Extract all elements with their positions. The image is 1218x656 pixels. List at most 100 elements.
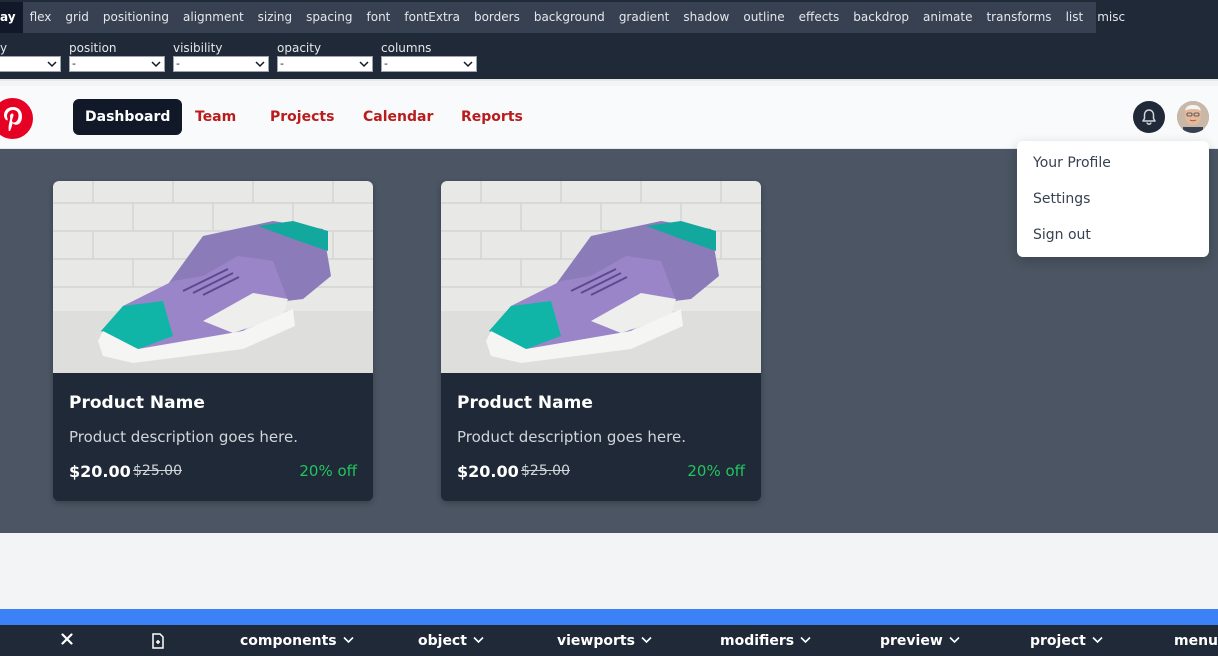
menu-item-sign-out[interactable]: Sign out bbox=[1017, 217, 1209, 253]
tab-outline[interactable]: outline bbox=[736, 2, 791, 33]
columns-select[interactable]: - bbox=[381, 56, 477, 72]
chevron-down-icon bbox=[255, 61, 265, 68]
menu-preview[interactable]: preview bbox=[880, 625, 960, 656]
menu-main[interactable]: menu bbox=[1174, 625, 1218, 656]
prop-visibility: visibility - bbox=[173, 41, 269, 72]
product-card[interactable]: Product Name Product description goes he… bbox=[53, 181, 373, 501]
card-body: Product Name Product description goes he… bbox=[53, 373, 373, 501]
chevron-down-icon bbox=[641, 636, 652, 643]
chevron-down-icon bbox=[800, 636, 811, 643]
tab-effects[interactable]: effects bbox=[792, 2, 847, 33]
menu-object[interactable]: object bbox=[418, 625, 484, 656]
select-value: - bbox=[72, 57, 76, 70]
product-description: Product description goes here. bbox=[457, 428, 686, 446]
tab-animate[interactable]: animate bbox=[916, 2, 979, 33]
pinterest-logo-icon[interactable] bbox=[0, 98, 33, 139]
menu-label: preview bbox=[880, 633, 943, 649]
menu-label: modifiers bbox=[720, 633, 795, 649]
nav-dashboard[interactable]: Dashboard bbox=[73, 99, 183, 135]
product-name: Product Name bbox=[69, 393, 205, 413]
product-old-price: $25.00 bbox=[521, 463, 570, 479]
tab-gradient[interactable]: gradient bbox=[612, 2, 677, 33]
nav-projects[interactable]: Projects bbox=[258, 99, 346, 135]
tab-shadow[interactable]: shadow bbox=[676, 2, 736, 33]
prop-label: opacity bbox=[277, 41, 322, 55]
prop-label: visibility bbox=[173, 41, 223, 55]
menu-components[interactable]: components bbox=[240, 625, 354, 656]
tab-backdrop[interactable]: backdrop bbox=[846, 2, 916, 33]
product-card[interactable]: Product Name Product description goes he… bbox=[441, 181, 761, 501]
opacity-select[interactable]: - bbox=[277, 56, 373, 72]
product-description: Product description goes here. bbox=[69, 428, 298, 446]
prop-columns: columns - bbox=[381, 41, 477, 72]
menu-viewports[interactable]: viewports bbox=[557, 625, 652, 656]
chevron-down-icon bbox=[473, 636, 484, 643]
prop-label: columns bbox=[381, 41, 432, 55]
tab-display[interactable]: ay bbox=[0, 2, 23, 33]
product-name: Product Name bbox=[457, 393, 593, 413]
user-avatar[interactable] bbox=[1177, 101, 1209, 133]
tab-misc[interactable]: misc bbox=[1090, 2, 1132, 33]
tab-font[interactable]: font bbox=[360, 2, 398, 33]
tab-sizing[interactable]: sizing bbox=[251, 2, 299, 33]
menu-item-your-profile[interactable]: Your Profile bbox=[1017, 145, 1209, 181]
chevron-down-icon bbox=[359, 61, 369, 68]
tab-flex[interactable]: flex bbox=[23, 2, 59, 33]
notifications-button[interactable] bbox=[1133, 101, 1165, 133]
property-row: y position - visibility - opacity - colu… bbox=[0, 41, 1218, 73]
nav-reports[interactable]: Reports bbox=[449, 99, 535, 135]
chevron-down-icon bbox=[47, 61, 57, 68]
card-body: Product Name Product description goes he… bbox=[441, 373, 761, 501]
bell-icon bbox=[1142, 109, 1156, 125]
tab-list[interactable]: list bbox=[1059, 2, 1091, 33]
prop-label: position bbox=[69, 41, 117, 55]
select-value: - bbox=[280, 57, 284, 70]
product-old-price: $25.00 bbox=[133, 463, 182, 479]
navbar: Dashboard Team Projects Calendar Reports bbox=[0, 86, 1218, 149]
menu-label: components bbox=[240, 633, 337, 649]
menu-modifiers[interactable]: modifiers bbox=[720, 625, 811, 656]
menu-label: viewports bbox=[557, 633, 635, 649]
prop-display: y bbox=[0, 41, 61, 72]
discount-badge: 20% off bbox=[299, 462, 357, 480]
editor-toolbar: ay flex grid positioning alignment sizin… bbox=[0, 0, 1218, 81]
position-select[interactable]: - bbox=[69, 56, 165, 72]
user-menu-dropdown: Your Profile Settings Sign out bbox=[1017, 141, 1209, 257]
tab-spacing[interactable]: spacing bbox=[299, 2, 359, 33]
divider bbox=[0, 79, 1218, 81]
select-value: - bbox=[384, 57, 388, 70]
tab-fontextra[interactable]: fontExtra bbox=[397, 2, 467, 33]
tab-background[interactable]: background bbox=[527, 2, 612, 33]
chevron-down-icon bbox=[1092, 636, 1103, 643]
product-price: $20.00 bbox=[69, 462, 131, 481]
menu-label: project bbox=[1030, 633, 1086, 649]
prop-opacity: opacity - bbox=[277, 41, 373, 72]
product-image bbox=[441, 181, 761, 373]
display-select[interactable] bbox=[0, 56, 61, 72]
category-tabs: ay flex grid positioning alignment sizin… bbox=[0, 2, 1125, 33]
discount-badge: 20% off bbox=[687, 462, 745, 480]
menu-label: object bbox=[418, 633, 467, 649]
menu-label: menu bbox=[1174, 633, 1218, 649]
tab-grid[interactable]: grid bbox=[58, 2, 96, 33]
chevron-down-icon bbox=[151, 61, 161, 68]
chevron-down-icon bbox=[949, 636, 960, 643]
chevron-down-icon bbox=[343, 636, 354, 643]
tab-alignment[interactable]: alignment bbox=[176, 2, 251, 33]
file-icon[interactable] bbox=[151, 633, 165, 649]
close-icon[interactable] bbox=[61, 633, 73, 645]
visibility-select[interactable]: - bbox=[173, 56, 269, 72]
select-value: - bbox=[176, 57, 180, 70]
tab-positioning[interactable]: positioning bbox=[96, 2, 176, 33]
tab-transforms[interactable]: transforms bbox=[979, 2, 1058, 33]
nav-calendar[interactable]: Calendar bbox=[351, 99, 445, 135]
tab-borders[interactable]: borders bbox=[467, 2, 527, 33]
nav-team[interactable]: Team bbox=[183, 99, 248, 135]
chevron-down-icon bbox=[463, 61, 473, 68]
bottom-toolbar: components object viewports modifiers pr… bbox=[0, 625, 1218, 656]
prop-position: position - bbox=[69, 41, 165, 72]
status-strip bbox=[0, 609, 1218, 625]
prop-label: y bbox=[0, 41, 8, 55]
menu-project[interactable]: project bbox=[1030, 625, 1103, 656]
menu-item-settings[interactable]: Settings bbox=[1017, 181, 1209, 217]
